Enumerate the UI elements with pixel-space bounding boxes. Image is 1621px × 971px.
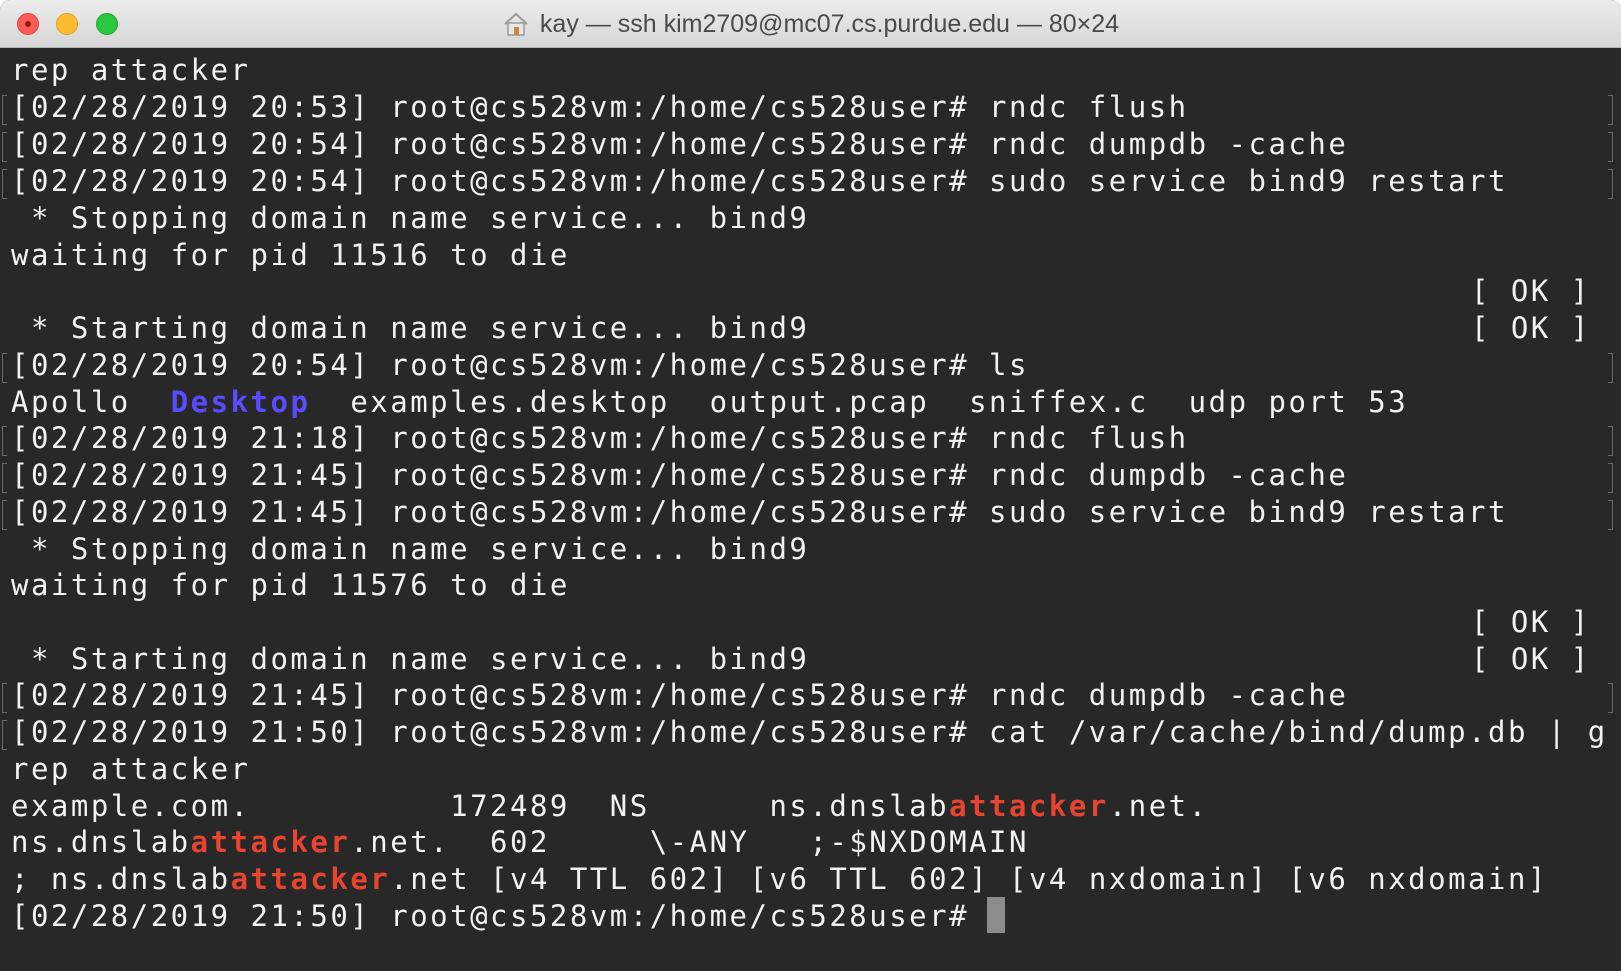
record-text: .net. 602 \-ANY ;-$NXDOMAIN	[350, 825, 1029, 859]
terminal-output[interactable]: rep attacker [02/28/2019 20:53] root@cs5…	[0, 48, 1621, 971]
shell-prompt: [02/28/2019 21:50] root@cs528vm:/home/cs…	[11, 899, 970, 933]
mark-bracket-left	[2, 95, 7, 125]
terminal-window: kay — ssh kim2709@mc07.cs.purdue.edu — 8…	[0, 0, 1621, 971]
mark-bracket-right	[1608, 463, 1613, 493]
dns-record-line: ; ns.dnslabattacker.net [v4 TTL 602] [v6…	[11, 860, 1548, 898]
command-line: [02/28/2019 21:50] root@cs528vm:/home/cs…	[11, 715, 1608, 749]
record-text: example.com. 172489 NS ns.dnslab	[11, 789, 950, 823]
output-line: rep attacker	[11, 752, 251, 786]
prompt-line[interactable]: [02/28/2019 21:50] root@cs528vm:/home/cs…	[11, 897, 1006, 935]
grep-match: attacker	[949, 789, 1109, 823]
output-line: * Starting domain name service... bind9	[11, 311, 810, 345]
grep-match: attacker	[230, 862, 391, 896]
home-icon	[504, 12, 528, 36]
mark-bracket-left	[2, 683, 7, 713]
command-line: [02/28/2019 20:54] root@cs528vm:/home/cs…	[11, 164, 1508, 198]
mark-bracket-right	[1608, 169, 1613, 199]
command-line: [02/28/2019 21:45] root@cs528vm:/home/cs…	[11, 495, 1508, 529]
ls-entry: output.pcap	[709, 385, 930, 419]
status-ok: [ OK ]	[1471, 605, 1591, 639]
record-text: .net [v4 TTL 602] [v6 TTL 602] [v4 nxdom…	[390, 862, 1548, 896]
output-line: rep attacker	[11, 53, 251, 87]
mark-bracket-left	[2, 426, 7, 456]
window-title: kay — ssh kim2709@mc07.cs.purdue.edu — 8…	[539, 9, 1120, 38]
record-text: ns.dnslab	[11, 825, 191, 859]
output-line: * Stopping domain name service... bind9	[11, 532, 810, 566]
status-ok: [ OK ]	[1471, 311, 1591, 345]
mark-bracket-right	[1608, 500, 1613, 530]
mark-bracket-right	[1608, 95, 1613, 125]
ls-entry: udp port 53	[1188, 385, 1409, 419]
mark-bracket-left	[2, 132, 7, 162]
ls-entry: Apollo	[11, 385, 131, 419]
status-ok: [ OK ]	[1471, 642, 1591, 676]
output-line: waiting for pid 11516 to die	[11, 238, 570, 272]
command-line: [02/28/2019 21:45] root@cs528vm:/home/cs…	[11, 458, 1349, 492]
dns-record-line: example.com. 172489 NS ns.dnslabattacker…	[11, 787, 1209, 825]
mark-bracket-right	[1608, 132, 1613, 162]
mark-bracket-right	[1608, 353, 1613, 383]
command-line: [02/28/2019 20:53] root@cs528vm:/home/cs…	[11, 90, 1189, 124]
mark-bracket-left	[2, 169, 7, 199]
ls-output-line: Apollo Desktop examples.desktop output.p…	[11, 383, 1408, 421]
record-text: .net.	[1108, 789, 1209, 823]
mark-bracket-left	[2, 353, 7, 383]
ls-entry: examples.desktop	[350, 385, 670, 419]
text-cursor	[987, 897, 1006, 933]
status-ok: [ OK ]	[1471, 274, 1591, 308]
output-line: * Stopping domain name service... bind9	[11, 201, 810, 235]
record-text: ; ns.dnslab	[11, 862, 231, 896]
command-line: [02/28/2019 20:54] root@cs528vm:/home/cs…	[11, 348, 1029, 382]
title-bar[interactable]: kay — ssh kim2709@mc07.cs.purdue.edu — 8…	[0, 0, 1621, 48]
command-line: [02/28/2019 20:54] root@cs528vm:/home/cs…	[11, 127, 1349, 161]
dns-record-line: ns.dnslabattacker.net. 602 \-ANY ;-$NXDO…	[11, 823, 1029, 861]
mark-bracket-left	[2, 720, 7, 750]
command-line: [02/28/2019 21:18] root@cs528vm:/home/cs…	[11, 421, 1189, 455]
grep-match: attacker	[190, 825, 351, 859]
ls-entry-directory: Desktop	[170, 385, 311, 419]
mark-bracket-left	[2, 500, 7, 530]
mark-bracket-right	[1608, 683, 1613, 713]
output-line: waiting for pid 11576 to die	[11, 568, 570, 602]
output-line: * Starting domain name service... bind9	[11, 642, 810, 676]
ls-entry: sniffex.c	[969, 385, 1149, 419]
command-line: [02/28/2019 21:45] root@cs528vm:/home/cs…	[11, 678, 1349, 712]
mark-bracket-left	[2, 463, 7, 493]
mark-bracket-right	[1608, 426, 1613, 456]
